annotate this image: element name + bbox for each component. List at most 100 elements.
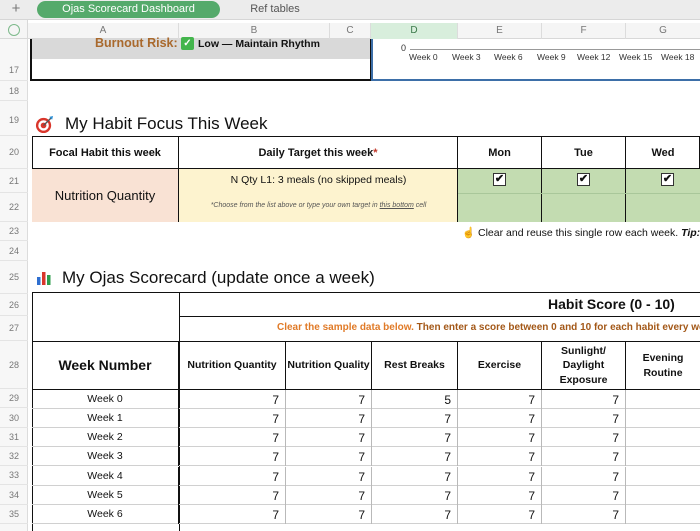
habit-score-header: Habit Score (0 - 10) <box>548 296 675 312</box>
score-cell[interactable]: 7 <box>179 486 286 505</box>
score-cell[interactable]: 7 <box>372 467 458 486</box>
row-header[interactable]: 28 <box>0 341 28 389</box>
score-cell[interactable] <box>626 486 700 505</box>
row-header[interactable]: 21 <box>0 169 28 193</box>
score-cell[interactable]: 7 <box>458 486 542 505</box>
focal-habit-cell[interactable]: Nutrition Quantity <box>32 169 179 222</box>
score-cell[interactable]: 7 <box>179 467 286 486</box>
score-cell[interactable]: 7 <box>542 390 626 409</box>
week-cell[interactable]: Week 2 <box>32 428 179 447</box>
table-row: Week 177777 <box>32 409 700 428</box>
score-cell[interactable]: 7 <box>179 390 286 409</box>
hint-link[interactable]: this bottom <box>380 202 414 209</box>
score-cell[interactable]: 7 <box>372 486 458 505</box>
burnout-risk-value: Low — Maintain Rhythm <box>198 38 320 50</box>
checkbox-mon[interactable]: ✔ <box>493 173 506 186</box>
score-cell[interactable]: 7 <box>458 390 542 409</box>
week-cell[interactable]: Week 1 <box>32 409 179 428</box>
evening-routine-header: Evening Routine <box>642 352 684 379</box>
tab-ref-tables[interactable]: Ref tables <box>240 1 310 18</box>
score-cell[interactable]: 7 <box>542 505 626 524</box>
score-cell[interactable]: 7 <box>372 428 458 447</box>
row-header[interactable]: 24 <box>0 241 28 261</box>
week-cell[interactable]: Week 4 <box>32 467 179 486</box>
table-row: Week 077577 <box>32 390 700 409</box>
week-cell[interactable]: Week 6 <box>32 505 179 524</box>
habit-focus-header-row: Focal Habit this week Daily Target this … <box>32 136 700 169</box>
score-cell[interactable]: 7 <box>179 409 286 428</box>
score-cell[interactable] <box>626 505 700 524</box>
row-header[interactable]: 33 <box>0 466 28 485</box>
score-cell[interactable]: 7 <box>286 505 372 524</box>
row-header[interactable]: 18 <box>0 81 28 101</box>
sunlight-header: Sunlight/ Daylight Exposure <box>542 342 626 389</box>
score-cell[interactable]: 7 <box>286 390 372 409</box>
score-cell[interactable]: 7 <box>458 428 542 447</box>
row-header[interactable]: 26 <box>0 294 28 316</box>
score-cell[interactable] <box>626 390 700 409</box>
tab-ojas-scorecard-dashboard[interactable]: Ojas Scorecard Dashboard <box>37 1 220 18</box>
score-cell[interactable]: 7 <box>458 447 542 466</box>
score-cell[interactable]: 7 <box>542 447 626 466</box>
score-cell[interactable]: 7 <box>542 428 626 447</box>
row-header[interactable]: 29 <box>0 389 28 408</box>
exercise-header: Exercise <box>458 342 542 389</box>
row-header[interactable]: 31 <box>0 428 28 447</box>
score-cell[interactable]: 7 <box>458 467 542 486</box>
column-header-f[interactable]: F <box>542 23 626 39</box>
row-header[interactable]: 32 <box>0 447 28 466</box>
score-cell[interactable]: 7 <box>458 505 542 524</box>
row-header[interactable]: 34 <box>0 485 28 505</box>
score-cell[interactable] <box>626 467 700 486</box>
score-cell[interactable] <box>626 428 700 447</box>
checkbox-tue[interactable]: ✔ <box>577 173 590 186</box>
row-header[interactable]: 25 <box>0 261 28 294</box>
week-cell[interactable]: Week 5 <box>32 486 179 505</box>
score-cell[interactable]: 7 <box>286 428 372 447</box>
score-cell[interactable]: 7 <box>286 467 372 486</box>
chart-x-tick: Week 9 <box>537 52 566 62</box>
row-header[interactable]: 19 <box>0 101 28 136</box>
score-cell[interactable]: 7 <box>542 409 626 428</box>
score-cell[interactable]: 7 <box>179 505 286 524</box>
score-cell[interactable]: 7 <box>372 447 458 466</box>
score-cell[interactable] <box>626 447 700 466</box>
column-header-c[interactable]: C <box>330 23 371 39</box>
row-header[interactable]: 30 <box>0 408 28 428</box>
week-cell[interactable]: Week 0 <box>32 390 179 409</box>
score-cell[interactable]: 7 <box>179 447 286 466</box>
column-header-b[interactable]: B <box>179 23 330 39</box>
target-icon <box>35 115 54 134</box>
score-cell[interactable]: 7 <box>542 486 626 505</box>
score-cell[interactable]: 7 <box>286 409 372 428</box>
chart-x-tick: Week 6 <box>494 52 523 62</box>
score-cell[interactable]: 7 <box>286 486 372 505</box>
row-header[interactable]: 22 <box>0 193 28 222</box>
select-all-circle-icon[interactable] <box>8 24 20 36</box>
row-header[interactable]: 27 <box>0 316 28 341</box>
burnout-risk-label: Burnout Risk: <box>95 36 178 50</box>
score-cell[interactable]: 7 <box>286 447 372 466</box>
daily-target-value: N Qty L1: 3 meals (no skipped meals) <box>230 174 407 186</box>
score-cell[interactable]: 7 <box>458 409 542 428</box>
week-cell[interactable]: Week 3 <box>32 447 179 466</box>
checkbox-wed[interactable]: ✔ <box>661 173 674 186</box>
score-cell[interactable]: 7 <box>372 505 458 524</box>
column-header-e[interactable]: E <box>458 23 542 39</box>
habit-focus-title: My Habit Focus This Week <box>65 114 268 133</box>
row-header[interactable]: 23 <box>0 222 28 241</box>
score-cell[interactable]: 7 <box>179 428 286 447</box>
day-header-wed: Wed <box>651 146 675 159</box>
score-cell[interactable]: 7 <box>542 467 626 486</box>
score-cell[interactable]: 5 <box>372 390 458 409</box>
column-header-d[interactable]: D <box>371 23 458 39</box>
table-divider <box>179 316 700 317</box>
row-header[interactable]: 20 <box>0 136 28 169</box>
table-row: Week 277777 <box>32 428 700 447</box>
row-header[interactable]: 17 <box>0 39 28 81</box>
score-cell[interactable]: 7 <box>372 409 458 428</box>
score-cell[interactable] <box>626 409 700 428</box>
column-header-g[interactable]: G <box>626 23 700 39</box>
add-sheet-button[interactable]: + <box>8 0 24 20</box>
row-header[interactable]: 35 <box>0 505 28 524</box>
